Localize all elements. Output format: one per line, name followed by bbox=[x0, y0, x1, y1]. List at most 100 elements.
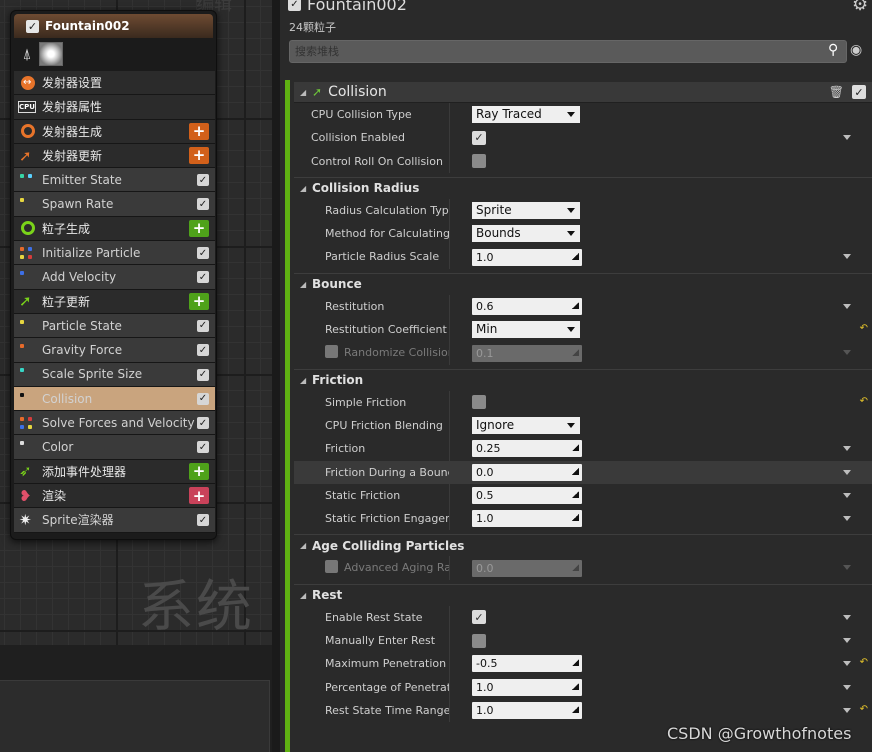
category-bounce[interactable]: ◢ Bounce bbox=[294, 272, 872, 295]
stack-section-6[interactable]: 粒子生成 + bbox=[14, 216, 215, 242]
emitter-enable-checkbox[interactable]: ✓ bbox=[26, 19, 39, 33]
add-module-button[interactable]: + bbox=[189, 122, 209, 140]
row-options-chevron-icon[interactable] bbox=[843, 565, 851, 571]
module-enable-checkbox[interactable]: ✓ bbox=[197, 441, 209, 454]
category-age-colliding-particles[interactable]: ◢ Age Colliding Particles bbox=[294, 534, 872, 557]
category-collision-radius[interactable]: ◢ Collision Radius bbox=[294, 176, 872, 199]
category-friction[interactable]: ◢ Friction bbox=[294, 368, 872, 391]
stack-module-8[interactable]: Add Velocity ✓ bbox=[14, 265, 215, 290]
row-options-chevron-icon[interactable] bbox=[843, 446, 851, 452]
row-options-chevron-icon[interactable] bbox=[843, 614, 851, 620]
row-options-chevron-icon[interactable] bbox=[843, 661, 851, 667]
reset-to-default-icon[interactable]: ↶ bbox=[860, 704, 868, 715]
dropdown-select[interactable]: Ignore bbox=[472, 417, 580, 435]
add-module-button[interactable]: + bbox=[189, 462, 209, 480]
trash-icon[interactable]: 🗑 bbox=[829, 85, 844, 99]
row-options-chevron-icon[interactable] bbox=[843, 350, 851, 356]
gear-icon[interactable]: ⚙ bbox=[852, 0, 868, 15]
reset-to-default-icon[interactable]: ↶ bbox=[860, 396, 868, 407]
override-checkbox[interactable] bbox=[325, 345, 338, 359]
add-module-button[interactable]: + bbox=[189, 219, 209, 237]
row-options-chevron-icon[interactable] bbox=[843, 303, 851, 309]
reset-to-default-icon[interactable]: ↶ bbox=[860, 657, 868, 668]
add-module-button[interactable]: + bbox=[189, 146, 209, 164]
stack-section-17[interactable]: ❥ 渲染 + bbox=[14, 484, 215, 509]
stack-module-10[interactable]: Particle State ✓ bbox=[14, 313, 215, 339]
reset-to-default-icon[interactable]: ↶ bbox=[860, 323, 868, 334]
category-rest[interactable]: ◢ Rest bbox=[294, 583, 872, 606]
number-input[interactable]: 1.0 bbox=[472, 678, 582, 696]
collapse-triangle-icon[interactable]: ◢ bbox=[300, 184, 312, 193]
stack-module-18[interactable]: ✷ Sprite渲染器 ✓ bbox=[14, 508, 215, 533]
module-enable-checkbox[interactable]: ✓ bbox=[197, 392, 209, 405]
add-module-button[interactable]: + bbox=[189, 292, 209, 310]
collapse-triangle-icon[interactable]: ◢ bbox=[300, 280, 312, 289]
number-input[interactable]: 0.6 bbox=[472, 297, 582, 315]
stack-module-5[interactable]: Spawn Rate ✓ bbox=[14, 192, 215, 217]
search-icon[interactable]: ⚲ bbox=[828, 42, 838, 58]
dropdown-select[interactable]: Ray Traced bbox=[472, 106, 580, 124]
stack-module-15[interactable]: Color ✓ bbox=[14, 435, 215, 460]
prop-checkbox[interactable] bbox=[472, 395, 486, 410]
module-enable-checkbox[interactable]: ✓ bbox=[197, 417, 209, 430]
stack-module-14[interactable]: Solve Forces and Velocity ✓ bbox=[14, 411, 215, 436]
eye-icon[interactable]: ◉ bbox=[850, 42, 862, 58]
stack-module-13[interactable]: Collision ✓ bbox=[14, 386, 215, 412]
graph-canvas[interactable]: 编辑 系统 ✓ Fountain002 ⍋ ↔ 发射器设置 CPU 发射器属性 发射器生… bbox=[0, 0, 272, 645]
number-input[interactable]: 0.0 bbox=[472, 463, 582, 481]
module-enable-checkbox[interactable]: ✓ bbox=[197, 514, 209, 527]
stack-section-2[interactable]: 发射器生成 + bbox=[14, 119, 215, 144]
dropdown-select[interactable]: Bounds bbox=[472, 225, 580, 243]
module-enable-checkbox[interactable]: ✓ bbox=[197, 198, 209, 211]
panel-splitter[interactable] bbox=[272, 0, 280, 752]
row-options-chevron-icon[interactable] bbox=[843, 638, 851, 644]
search-stack-input[interactable]: 搜索堆栈 bbox=[289, 40, 847, 63]
row-options-chevron-icon[interactable] bbox=[843, 469, 851, 475]
number-input[interactable]: -0.5 bbox=[472, 655, 582, 673]
row-options-chevron-icon[interactable] bbox=[843, 492, 851, 498]
module-enable-checkbox[interactable]: ✓ bbox=[197, 247, 209, 260]
number-input[interactable]: 0.5 bbox=[472, 487, 582, 504]
module-enable-checkbox[interactable]: ✓ bbox=[852, 85, 866, 99]
module-enable-checkbox[interactable]: ✓ bbox=[197, 368, 209, 381]
stack-module-4[interactable]: Emitter State ✓ bbox=[14, 168, 215, 193]
pin-icon[interactable]: ⍋ bbox=[19, 44, 35, 64]
details-enable-checkbox[interactable]: ✓ bbox=[288, 0, 301, 11]
collapse-triangle-icon[interactable]: ◢ bbox=[300, 591, 312, 600]
stack-module-11[interactable]: Gravity Force ✓ bbox=[14, 338, 215, 363]
stack-section-16[interactable]: ➶ 添加事件处理器 + bbox=[14, 459, 215, 485]
prop-checkbox[interactable] bbox=[472, 154, 486, 169]
emitter-thumbnail[interactable] bbox=[39, 42, 63, 66]
prop-checkbox[interactable]: ✓ bbox=[472, 610, 486, 625]
number-input[interactable]: 0.25 bbox=[472, 440, 582, 458]
stack-section-0[interactable]: ↔ 发射器设置 bbox=[14, 71, 215, 96]
dropdown-select[interactable]: Sprite bbox=[472, 202, 580, 220]
number-input[interactable]: 1.0 bbox=[472, 702, 582, 720]
add-module-button[interactable]: + bbox=[189, 487, 209, 505]
module-enable-checkbox[interactable]: ✓ bbox=[197, 319, 209, 332]
stack-section-9[interactable]: ➚ 粒子更新 + bbox=[14, 289, 215, 314]
prop-checkbox[interactable] bbox=[472, 633, 486, 648]
row-options-chevron-icon[interactable] bbox=[843, 707, 851, 713]
collapse-triangle-icon[interactable]: ◢ bbox=[300, 376, 312, 385]
collision-module-header[interactable]: ◢ ➚ Collision 🗑 ✓ bbox=[294, 82, 872, 103]
emitter-node[interactable]: ✓ Fountain002 ⍋ ↔ 发射器设置 CPU 发射器属性 发射器生成 + ➚ 发射器… bbox=[10, 10, 217, 540]
row-options-chevron-icon[interactable] bbox=[843, 254, 851, 260]
number-input[interactable]: 1.0 bbox=[472, 248, 582, 266]
row-options-chevron-icon[interactable] bbox=[843, 135, 851, 141]
emitter-node-header[interactable]: ✓ Fountain002 bbox=[14, 14, 213, 38]
collapse-triangle-icon[interactable]: ◢ bbox=[300, 541, 312, 550]
row-options-chevron-icon[interactable] bbox=[843, 516, 851, 522]
module-enable-checkbox[interactable]: ✓ bbox=[197, 174, 209, 187]
collapse-triangle-icon[interactable]: ◢ bbox=[300, 88, 312, 97]
row-options-chevron-icon[interactable] bbox=[843, 684, 851, 690]
override-checkbox[interactable] bbox=[325, 560, 338, 574]
stack-module-7[interactable]: Initialize Particle ✓ bbox=[14, 241, 215, 266]
prop-checkbox[interactable]: ✓ bbox=[472, 130, 486, 145]
stack-section-3[interactable]: ➚ 发射器更新 + bbox=[14, 143, 215, 169]
stack-section-1[interactable]: CPU 发射器属性 bbox=[14, 95, 215, 120]
number-input[interactable]: 1.0 bbox=[472, 510, 582, 528]
dropdown-select[interactable]: Min bbox=[472, 321, 580, 339]
module-enable-checkbox[interactable]: ✓ bbox=[197, 271, 209, 284]
module-enable-checkbox[interactable]: ✓ bbox=[197, 344, 209, 357]
